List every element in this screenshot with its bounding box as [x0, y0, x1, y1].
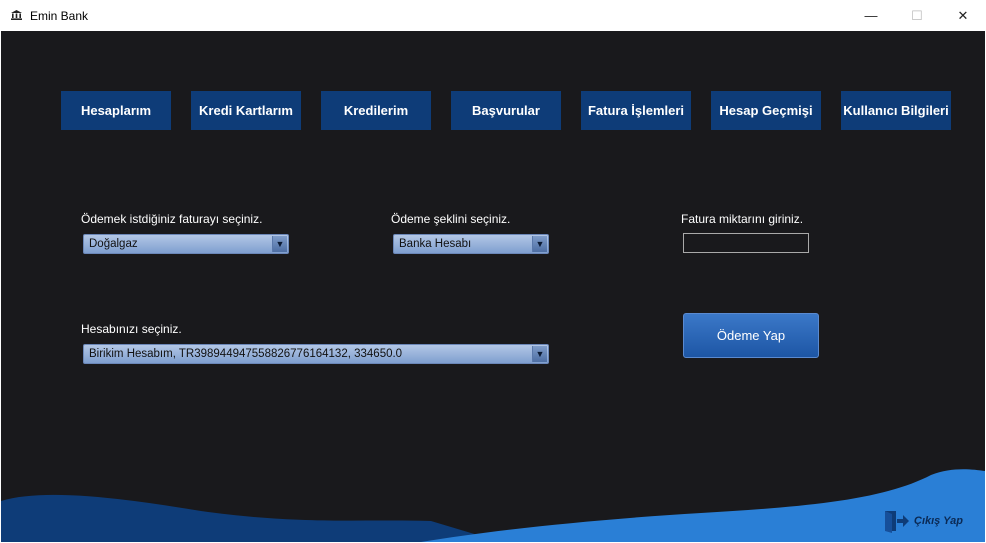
nav-user-info-button[interactable]: Kullanıcı Bilgileri: [841, 91, 951, 130]
chevron-down-icon[interactable]: ▼: [272, 236, 287, 252]
maximize-button[interactable]: ☐: [894, 0, 940, 31]
account-label: Hesabınızı seçiniz.: [81, 322, 182, 336]
bank-icon: [11, 10, 22, 20]
window-title: Emin Bank: [30, 9, 89, 23]
nav-accounts-button[interactable]: Hesaplarım: [61, 91, 171, 130]
bill-type-select[interactable]: Doğalgaz ▼: [83, 234, 289, 254]
nav-account-history-button[interactable]: Hesap Geçmişi: [711, 91, 821, 130]
pay-button[interactable]: Ödeme Yap: [683, 313, 819, 358]
bill-type-value: Doğalgaz: [89, 238, 138, 250]
chevron-down-icon[interactable]: ▼: [532, 236, 547, 252]
decorative-waves: [1, 469, 985, 542]
title-bar: Emin Bank — ☐ ✕: [0, 0, 986, 31]
payment-method-value: Banka Hesabı: [399, 238, 472, 250]
amount-input[interactable]: [683, 233, 809, 253]
payment-method-select[interactable]: Banka Hesabı ▼: [393, 234, 549, 254]
nav-applications-button[interactable]: Başvurular: [451, 91, 561, 130]
bill-type-label: Ödemek istdiğiniz faturayı seçiniz.: [81, 212, 263, 226]
chevron-down-icon[interactable]: ▼: [532, 346, 547, 362]
nav-credit-cards-button[interactable]: Kredi Kartlarım: [191, 91, 301, 130]
close-button[interactable]: ✕: [940, 0, 986, 31]
nav-loans-button[interactable]: Kredilerim: [321, 91, 431, 130]
account-select[interactable]: Birikim Hesabım, TR398944947558826776164…: [83, 344, 549, 364]
logout-door-icon: [885, 511, 909, 533]
logout-button[interactable]: Çıkış Yap: [883, 509, 963, 533]
logout-label: Çıkış Yap: [914, 515, 963, 527]
account-value: Birikim Hesabım, TR398944947558826776164…: [89, 348, 403, 360]
minimize-button[interactable]: —: [848, 0, 894, 31]
nav-bill-operations-button[interactable]: Fatura İşlemleri: [581, 91, 691, 130]
payment-method-label: Ödeme şeklini seçiniz.: [391, 212, 511, 226]
main-panel: Hesaplarım Kredi Kartlarım Kredilerim Ba…: [1, 31, 985, 542]
amount-label: Fatura miktarını giriniz.: [681, 212, 804, 226]
